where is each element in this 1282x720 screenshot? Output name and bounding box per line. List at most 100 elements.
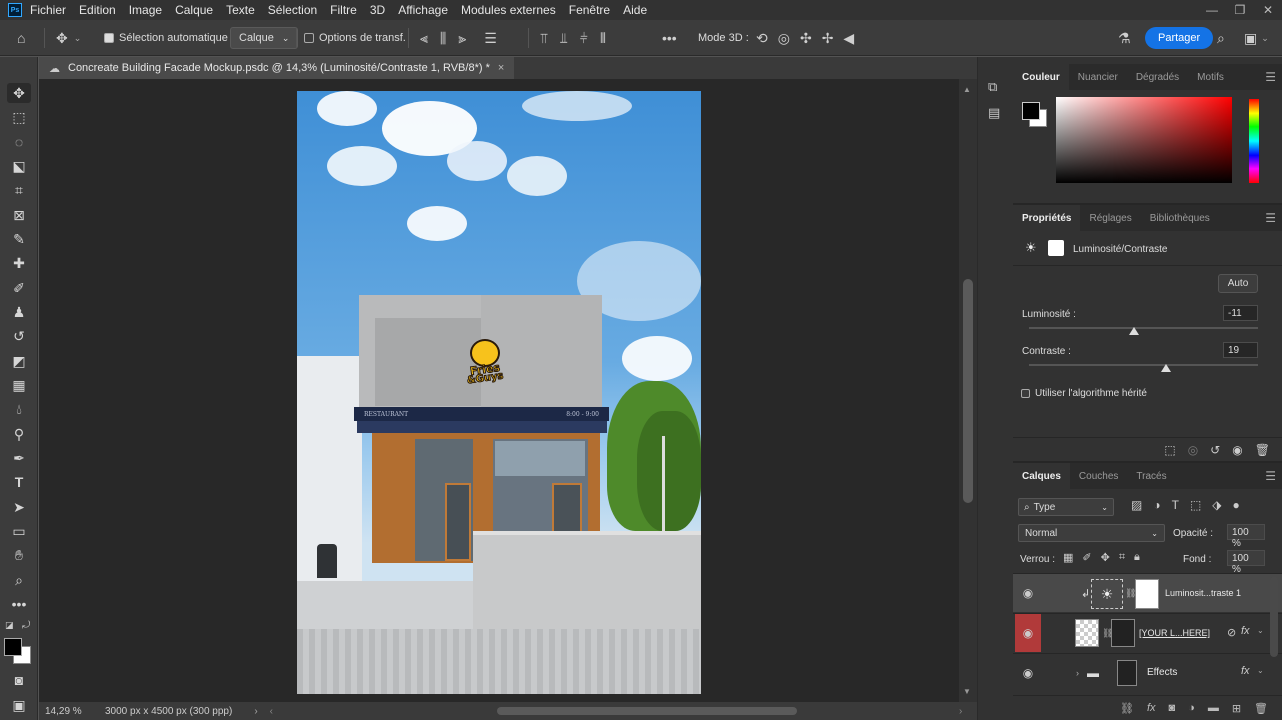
brightness-slider-knob[interactable]	[1129, 327, 1140, 335]
minimize-icon[interactable]: —	[1198, 3, 1226, 17]
crop-tool-icon[interactable]: ⌗	[7, 180, 31, 200]
slide-3d-icon[interactable]: ✢	[822, 30, 834, 47]
menu-affichage[interactable]: Affichage	[398, 3, 448, 17]
tab-degrades[interactable]: Dégradés	[1127, 64, 1188, 90]
type-tool-icon[interactable]: T	[7, 472, 31, 492]
zoom-level[interactable]: 14,29 %	[45, 706, 101, 717]
transform-controls-checkbox[interactable]: Options de transf.	[304, 20, 406, 56]
visibility-eye-icon[interactable]: ◉	[1232, 443, 1242, 457]
fill-input[interactable]: 100 %	[1227, 550, 1265, 575]
scroll-down-icon[interactable]: ▼	[963, 687, 971, 696]
clone-stamp-tool-icon[interactable]: ♟	[7, 302, 31, 322]
tab-nuancier[interactable]: Nuancier	[1069, 64, 1127, 90]
mask-thumbnail[interactable]	[1117, 660, 1137, 686]
visibility-eye-icon[interactable]: ◉	[1015, 614, 1041, 652]
history-panel-icon[interactable]: ⧉	[988, 79, 997, 95]
history-brush-tool-icon[interactable]: ↺	[7, 326, 31, 346]
panel-menu-icon[interactable]: ☰	[1265, 70, 1276, 84]
lock-transparency-icon[interactable]: ▦	[1063, 551, 1073, 564]
align-bottom-icon[interactable]: ⫩	[580, 30, 588, 47]
tab-reglages[interactable]: Réglages	[1080, 205, 1140, 231]
legacy-checkbox[interactable]: Utiliser l'algorithme hérité	[1021, 388, 1147, 399]
align-top-icon[interactable]: ⫪	[540, 30, 548, 47]
menu-edition[interactable]: Edition	[79, 3, 116, 17]
menu-calque[interactable]: Calque	[175, 3, 213, 17]
tab-traces[interactable]: Tracés	[1127, 463, 1175, 489]
more-options-icon[interactable]: •••	[662, 20, 677, 56]
scroll-left-icon[interactable]: ‹	[270, 706, 273, 717]
auto-select-dropdown[interactable]: Calque ⌄	[230, 20, 299, 56]
tab-couleur[interactable]: Couleur	[1013, 64, 1069, 90]
restore-icon[interactable]: ❐	[1226, 3, 1254, 17]
delete-layer-icon[interactable]: 🗑︎	[1254, 702, 1268, 715]
menu-texte[interactable]: Texte	[226, 3, 255, 17]
vertical-scroll-thumb[interactable]	[963, 279, 973, 503]
distribute-horizontal-icon[interactable]: ☰	[484, 30, 497, 47]
lock-position-icon[interactable]: ✥	[1101, 551, 1110, 564]
workspace-icon[interactable]: ▣ ⌄	[1244, 20, 1269, 56]
foreground-color-swatch[interactable]	[4, 638, 22, 656]
vertical-scrollbar[interactable]: ▲ ▼	[959, 79, 977, 702]
object-selection-tool-icon[interactable]: ⬕	[7, 156, 31, 176]
roll-3d-icon[interactable]: ◎	[778, 30, 790, 47]
align-center-icon[interactable]: ⫼	[440, 30, 446, 47]
auto-select-checkbox[interactable]: Sélection automatique :	[104, 20, 234, 56]
move-tool-preset-icon[interactable]: ✥ ⌄	[56, 20, 81, 56]
lock-artboard-icon[interactable]: ⌗	[1119, 551, 1125, 564]
gradient-tool-icon[interactable]: ▦	[7, 375, 31, 395]
menu-3d[interactable]: 3D	[370, 3, 385, 17]
chevron-down-icon[interactable]: ⌄	[1257, 626, 1264, 635]
screen-mode-icon[interactable]: ▣	[7, 695, 31, 715]
blend-mode-dropdown[interactable]: Normal ⌄	[1018, 524, 1165, 542]
new-layer-icon[interactable]: ⊞	[1232, 702, 1241, 715]
effects-icon[interactable]: ⊘	[1227, 626, 1236, 639]
contrast-slider-track[interactable]	[1029, 364, 1258, 366]
status-arrow-icon[interactable]: ›	[254, 706, 257, 717]
frame-tool-icon[interactable]: ⊠	[7, 205, 31, 225]
layers-scrollbar[interactable]	[1270, 577, 1278, 657]
layer-mask-icon[interactable]	[1048, 240, 1064, 256]
panel-menu-icon[interactable]: ☰	[1265, 469, 1276, 483]
drag-3d-icon[interactable]: ✣	[800, 30, 812, 47]
default-colors-icon[interactable]: ◪	[5, 620, 14, 631]
zoom-tool-icon[interactable]: ⌕	[7, 570, 31, 590]
hue-slider[interactable]	[1249, 99, 1259, 183]
chevron-right-icon[interactable]: ›	[1076, 668, 1079, 678]
brush-tool-icon[interactable]: ✐	[7, 278, 31, 298]
fx-badge[interactable]: fx	[1241, 625, 1250, 637]
tab-bibliotheques[interactable]: Bibliothèques	[1141, 205, 1219, 231]
move-tool-icon[interactable]: ✥	[7, 83, 31, 103]
smart-object-thumbnail[interactable]	[1075, 619, 1099, 647]
brightness-slider-track[interactable]	[1029, 327, 1258, 329]
layer-row[interactable]: ◉ › ▬ Effects fx ⌄	[1013, 653, 1282, 692]
share-button[interactable]: Partager	[1145, 20, 1214, 56]
filter-pixel-icon[interactable]: ▨	[1131, 498, 1142, 512]
edit-toolbar-icon[interactable]: •••	[7, 594, 31, 614]
camera-3d-icon[interactable]: ◀	[843, 30, 854, 47]
healing-brush-tool-icon[interactable]: ✚	[7, 253, 31, 273]
orbit-3d-icon[interactable]: ⟲	[756, 30, 768, 47]
filter-shape-icon[interactable]: ⬚	[1190, 498, 1201, 512]
mask-thumbnail[interactable]	[1111, 619, 1135, 647]
hand-tool-icon[interactable]: ✋︎	[7, 545, 31, 565]
rectangle-tool-icon[interactable]: ▭	[7, 521, 31, 541]
lock-all-icon[interactable]: 🔒︎	[1134, 551, 1140, 564]
chevron-down-icon[interactable]: ⌄	[1257, 666, 1264, 675]
horizontal-scroll-thumb[interactable]	[497, 707, 797, 715]
tab-motifs[interactable]: Motifs	[1188, 64, 1233, 90]
mask-thumbnail[interactable]	[1135, 579, 1159, 609]
learn-flask-icon[interactable]: ⚗	[1118, 20, 1131, 56]
swap-colors-icon[interactable]: ⤾	[22, 620, 30, 631]
new-adjustment-icon[interactable]: ◑	[1188, 702, 1195, 714]
tab-proprietes[interactable]: Propriétés	[1013, 205, 1081, 231]
document-tab[interactable]: ☁ Concreate Building Facade Mockup.psdc …	[39, 57, 515, 79]
lock-pixels-icon[interactable]: ✐	[1082, 551, 1091, 564]
tab-calques[interactable]: Calques	[1013, 463, 1070, 489]
distribute-vertical-icon[interactable]: ⦀	[600, 30, 606, 47]
menu-aide[interactable]: Aide	[623, 3, 647, 17]
brightness-input[interactable]: -11	[1223, 305, 1258, 321]
delete-trash-icon[interactable]: 🗑︎	[1255, 443, 1270, 457]
eraser-tool-icon[interactable]: ◩	[7, 351, 31, 371]
align-right-icon[interactable]: ⫸	[458, 30, 466, 47]
contrast-input[interactable]: 19	[1223, 342, 1258, 358]
